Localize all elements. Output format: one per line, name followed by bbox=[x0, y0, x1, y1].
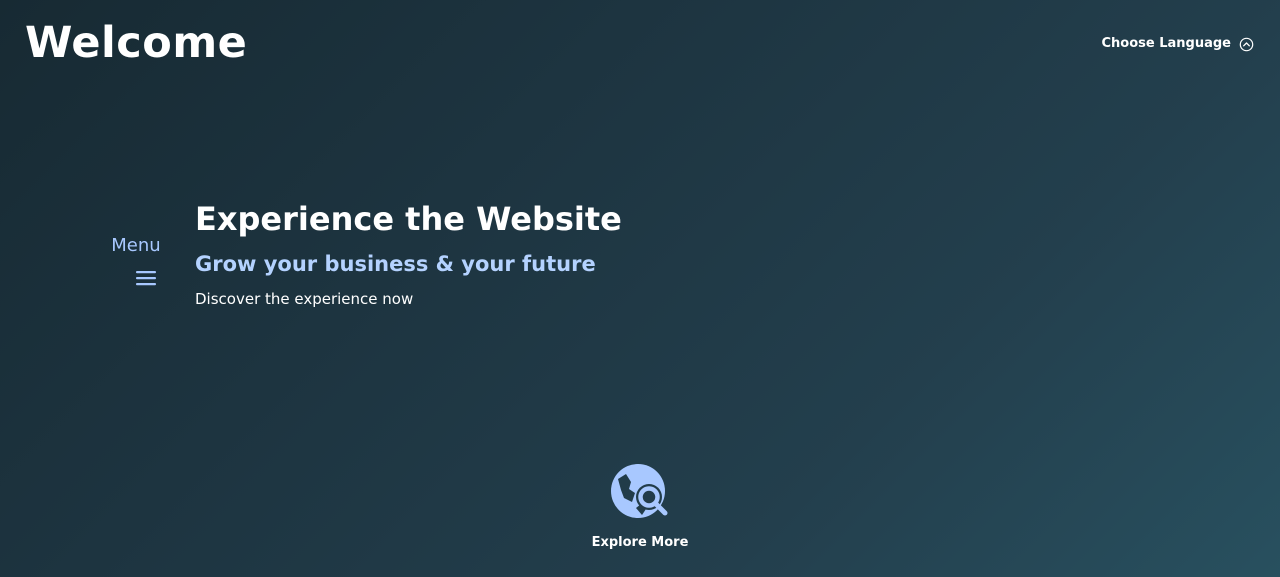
chevron-up-circle-icon bbox=[1239, 37, 1254, 51]
hamburger-menu-icon bbox=[136, 271, 156, 286]
hero-description: Discover the experience now bbox=[195, 290, 414, 308]
travel-explore-icon bbox=[611, 464, 668, 518]
hero-subtitle: Grow your business & your future bbox=[195, 252, 596, 276]
explore-more-button[interactable]: Explore More bbox=[580, 462, 700, 552]
site-title: Welcome bbox=[25, 18, 248, 68]
menu-label: Menu bbox=[111, 235, 161, 256]
hero-section: Experience the Website Grow your busines… bbox=[195, 196, 622, 310]
language-selector-label: Choose Language bbox=[1101, 36, 1231, 51]
explore-more-label: Explore More bbox=[591, 535, 689, 550]
hero-title: Experience the Website bbox=[195, 200, 622, 238]
language-selector[interactable]: Choose Language bbox=[1101, 34, 1254, 54]
menu-button[interactable]: Menu bbox=[108, 232, 164, 286]
